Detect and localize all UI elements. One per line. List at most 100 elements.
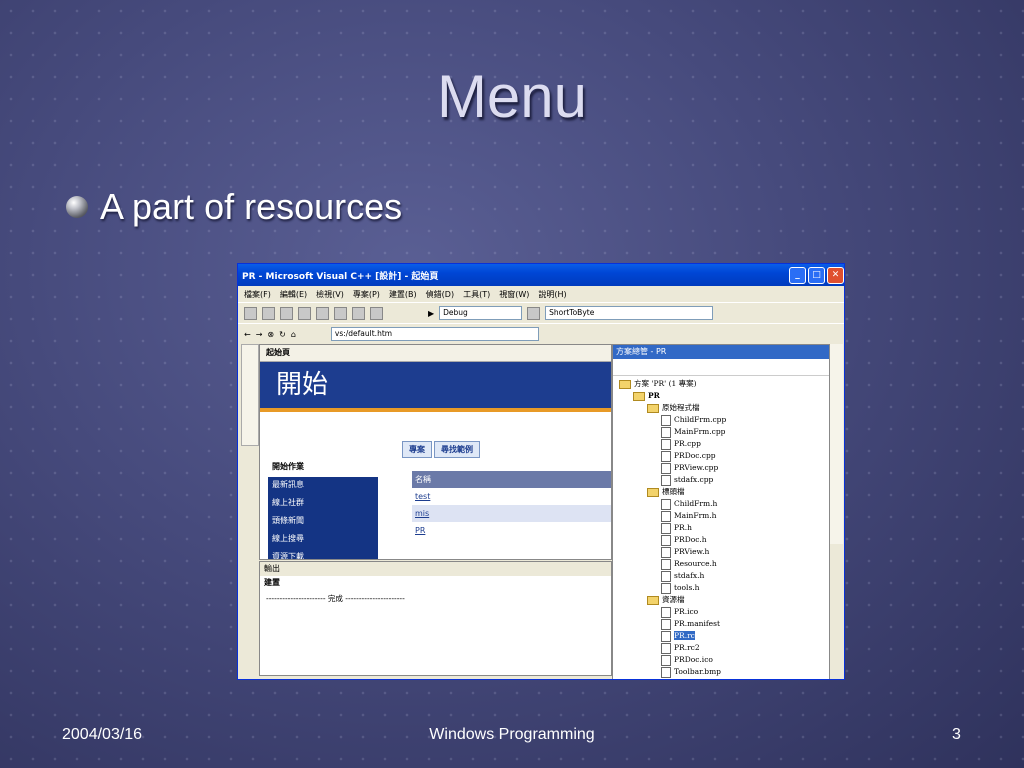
- file-icon: [661, 618, 671, 630]
- tree-node[interactable]: ChildFrm.h: [613, 498, 829, 510]
- tree-node[interactable]: PRDoc.cpp: [613, 450, 829, 462]
- project-tab[interactable]: 尋找範例: [434, 441, 480, 458]
- tree-node-label: MainFrm.cpp: [674, 427, 726, 436]
- back-icon[interactable]: ←: [244, 330, 251, 339]
- tree-node[interactable]: PRView.h: [613, 546, 829, 558]
- tree-node[interactable]: 方案 'PR' (1 專案): [613, 378, 829, 390]
- bullet-item: A part of resources: [66, 186, 402, 228]
- tree-node-label: stdafx.cpp: [674, 475, 714, 484]
- tree-node-label: PR.rc: [674, 631, 695, 640]
- menu-item[interactable]: 編輯(E): [280, 289, 307, 300]
- tree-node[interactable]: ChildFrm.cpp: [613, 414, 829, 426]
- nav-item[interactable]: 線上社群: [268, 495, 378, 513]
- menu-item[interactable]: 偵錯(D): [426, 289, 454, 300]
- tree-node[interactable]: PR.cpp: [613, 438, 829, 450]
- tree-node[interactable]: 原始程式檔: [613, 402, 829, 414]
- tree-node-label: 方案 'PR' (1 專案): [634, 379, 697, 388]
- paste-icon[interactable]: [370, 306, 383, 320]
- tree-node[interactable]: Toolbar.bmp: [613, 666, 829, 678]
- nav-item[interactable]: 線上搜尋: [268, 531, 378, 549]
- tree-node-label: tools.h: [674, 583, 700, 592]
- menu-item[interactable]: 建置(B): [389, 289, 417, 300]
- tree-node[interactable]: PR: [613, 390, 829, 402]
- find-icon[interactable]: [527, 306, 541, 320]
- tree-node[interactable]: stdafx.cpp: [613, 474, 829, 486]
- file-icon: [661, 630, 671, 642]
- folder-icon: [647, 595, 659, 605]
- left-toolbox-strip[interactable]: [241, 344, 259, 446]
- tree-node[interactable]: PRDoc.h: [613, 534, 829, 546]
- tree-node-label: PR.rc2: [674, 643, 700, 652]
- nav-item[interactable]: 最新訊息: [268, 477, 378, 495]
- close-icon[interactable]: ✕: [827, 266, 844, 284]
- tree-node[interactable]: tools.h: [613, 582, 829, 594]
- tree-node[interactable]: stdafx.h: [613, 570, 829, 582]
- copy-icon[interactable]: [352, 306, 365, 320]
- toolbar-standard: ▶ Debug ShortToByte: [238, 302, 844, 323]
- tree-node[interactable]: PR.ico: [613, 606, 829, 618]
- tab-start-page[interactable]: 起始頁: [260, 345, 611, 362]
- menu-item[interactable]: 說明(H): [538, 289, 566, 300]
- file-icon: [661, 654, 671, 666]
- file-icon: [661, 534, 671, 546]
- menu-item[interactable]: 檔案(F): [244, 289, 271, 300]
- tree-node[interactable]: PR.manifest: [613, 618, 829, 630]
- tree-node[interactable]: PRView.cpp: [613, 462, 829, 474]
- new-project-icon[interactable]: [244, 306, 257, 320]
- save-icon[interactable]: [298, 306, 311, 320]
- start-page: 起始頁 開始 開始作業 最新訊息 線上社群 頭條新聞 線上搜尋 資源下載 專案 尋找範例 名…: [259, 344, 612, 560]
- tree-node[interactable]: PR.h: [613, 522, 829, 534]
- file-icon: [661, 522, 671, 534]
- output-title: 輸出: [260, 562, 611, 576]
- project-link[interactable]: PR: [412, 522, 611, 539]
- minimize-icon[interactable]: _: [789, 266, 806, 284]
- tree-node-label: PRDoc.h: [674, 535, 707, 544]
- file-icon: [661, 438, 671, 450]
- project-tab[interactable]: 專案: [402, 441, 432, 458]
- folder-icon: [647, 403, 659, 413]
- maximize-icon[interactable]: □: [808, 266, 825, 284]
- tree-node[interactable]: 標頭檔: [613, 486, 829, 498]
- open-icon[interactable]: [280, 306, 293, 320]
- menu-item[interactable]: 工具(T): [463, 289, 490, 300]
- tree-node[interactable]: Resource.h: [613, 558, 829, 570]
- tree-node-label: ChildFrm.cpp: [674, 415, 727, 424]
- project-link[interactable]: mis: [412, 505, 611, 522]
- tree-node[interactable]: 資源檔: [613, 594, 829, 606]
- menu-item[interactable]: 專案(P): [353, 289, 380, 300]
- tree-node-label: PRDoc.cpp: [674, 451, 716, 460]
- banner-text: 開始: [276, 370, 329, 400]
- nav-item[interactable]: 資源下載: [268, 549, 378, 559]
- tree-node-label: ChildFrm.h: [674, 499, 718, 508]
- tree-node-label: 標頭檔: [662, 487, 685, 496]
- save-all-icon[interactable]: [316, 306, 329, 320]
- stop-icon[interactable]: ⊗: [267, 330, 274, 339]
- file-icon: [661, 462, 671, 474]
- find-combo[interactable]: ShortToByte: [545, 306, 714, 320]
- tree-node[interactable]: PRDoc.ico: [613, 654, 829, 666]
- right-panel-strip[interactable]: [830, 344, 843, 544]
- nav-item[interactable]: 開始作業: [268, 459, 378, 477]
- start-icon[interactable]: ▶: [428, 309, 434, 318]
- project-tabs: 專案 尋找範例: [402, 441, 480, 458]
- url-combo[interactable]: vs:/default.htm: [330, 327, 539, 341]
- forward-icon[interactable]: →: [256, 330, 263, 339]
- tree-node-label: PRView.cpp: [674, 463, 719, 472]
- menu-item[interactable]: 視窗(W): [499, 289, 529, 300]
- tree-node[interactable]: MainFrm.cpp: [613, 426, 829, 438]
- add-item-icon[interactable]: [262, 306, 275, 320]
- home-icon[interactable]: ⌂: [291, 330, 296, 339]
- tree-node[interactable]: PR.rc2: [613, 642, 829, 654]
- nav-item[interactable]: 頭條新聞: [268, 513, 378, 531]
- cut-icon[interactable]: [334, 306, 347, 320]
- file-icon: [661, 582, 671, 594]
- tree-node[interactable]: MainFrm.h: [613, 510, 829, 522]
- project-link[interactable]: test: [412, 488, 611, 505]
- refresh-icon[interactable]: ↻: [279, 330, 286, 339]
- menu-item[interactable]: 檢視(V): [316, 289, 344, 300]
- file-icon: [661, 510, 671, 522]
- build-config-combo[interactable]: Debug: [439, 306, 523, 320]
- file-icon: [661, 666, 671, 678]
- file-icon: [661, 546, 671, 558]
- tree-node[interactable]: PR.rc: [613, 630, 829, 642]
